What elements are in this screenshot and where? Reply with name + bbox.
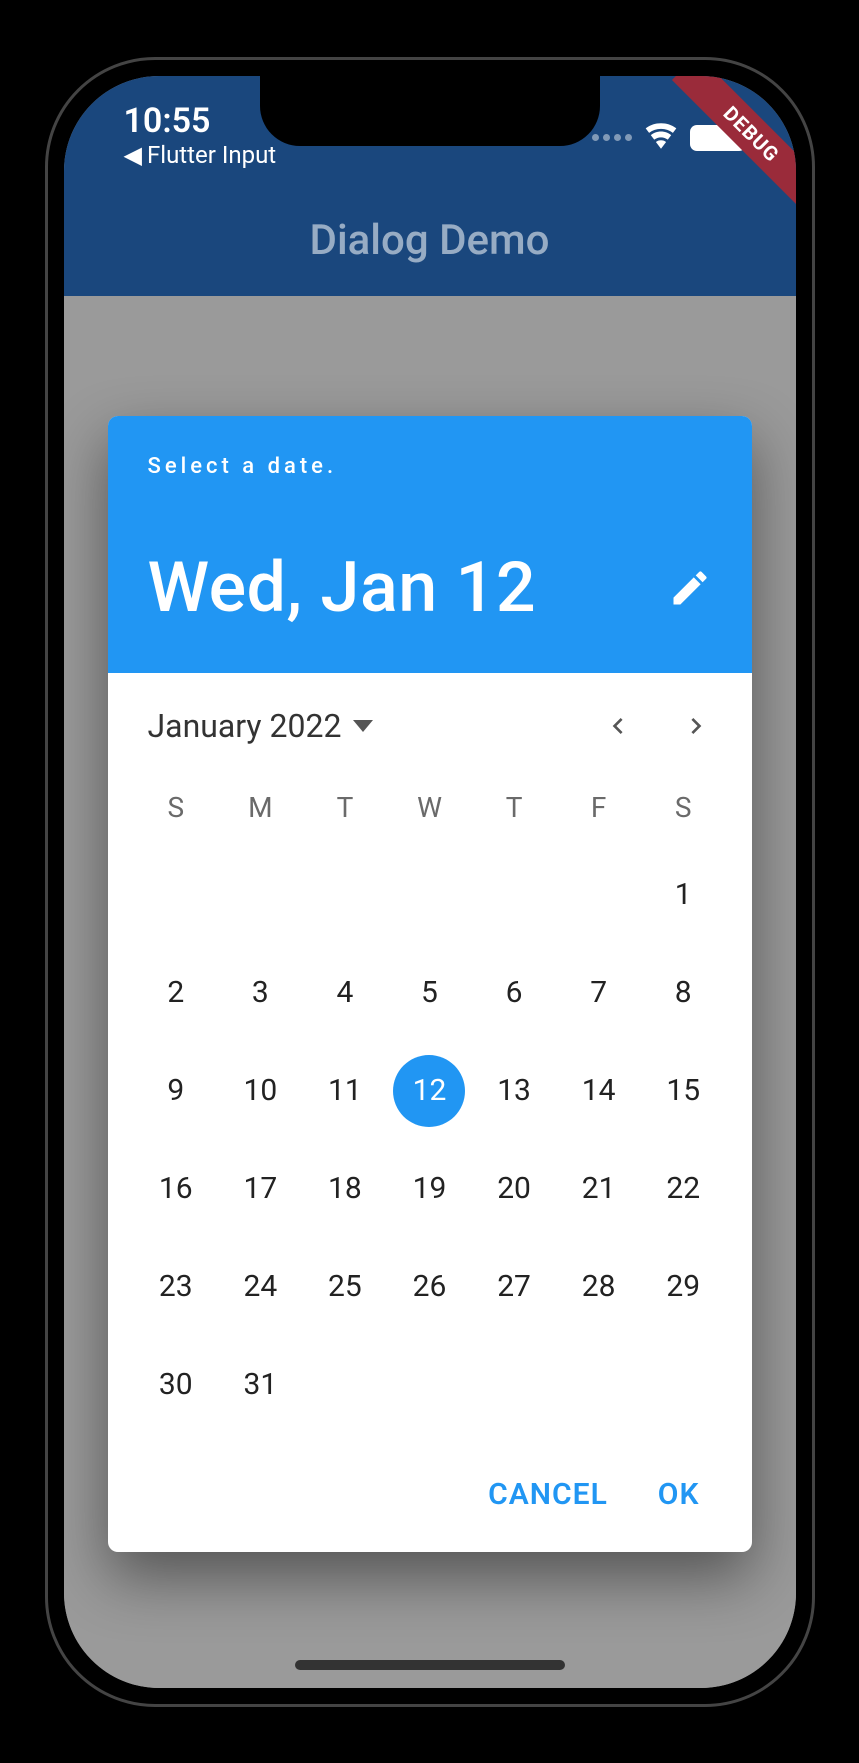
day-cell[interactable]: 18 [309,1153,381,1225]
day-cell[interactable]: 5 [393,957,465,1029]
device-screen: DEBUG 10:55 ◀ Flutter Input [64,76,796,1688]
day-cell[interactable]: 14 [563,1055,635,1127]
prev-month-button[interactable] [602,710,634,742]
day-cell[interactable]: 3 [224,957,296,1029]
status-left: 10:55 ◀ Flutter Input [124,101,277,169]
cancel-button[interactable]: CANCEL [488,1477,608,1512]
signal-dots-icon [592,134,632,141]
dow-label: F [563,783,635,833]
month-year-label: January 2022 [148,707,342,745]
edit-icon[interactable] [668,566,712,610]
day-cell[interactable]: 16 [140,1153,212,1225]
app-bar: Dialog Demo [64,186,796,296]
date-picker-help-text: Select a date. [148,454,712,479]
day-cell-empty [393,859,465,931]
calendar-grid: SMTWTFS123456789101112131415161718192021… [134,773,726,1451]
status-time: 10:55 [124,101,277,141]
chevron-right-icon [680,710,712,742]
day-cell[interactable]: 10 [224,1055,296,1127]
date-picker-header: Select a date. Wed, Jan 12 [108,416,752,673]
day-cell[interactable]: 26 [393,1251,465,1323]
day-cell[interactable]: 13 [478,1055,550,1127]
day-cell[interactable]: 15 [647,1055,719,1127]
day-cell[interactable]: 1 [647,859,719,931]
day-cell[interactable]: 19 [393,1153,465,1225]
breadcrumb-back[interactable]: ◀ Flutter Input [124,141,277,169]
date-picker-date-row: Wed, Jan 12 [148,547,712,629]
wifi-icon [644,119,678,157]
page-title: Dialog Demo [310,216,550,265]
day-cell-empty [563,859,635,931]
chevron-down-icon [353,720,373,732]
day-cell-empty [478,859,550,931]
phone-frame: DEBUG 10:55 ◀ Flutter Input [45,57,815,1707]
day-cell[interactable]: 8 [647,957,719,1029]
ok-button[interactable]: OK [658,1477,700,1512]
day-cell[interactable]: 2 [140,957,212,1029]
day-cell[interactable]: 17 [224,1153,296,1225]
day-cell[interactable]: 11 [309,1055,381,1127]
day-cell[interactable]: 7 [563,957,635,1029]
day-cell[interactable]: 24 [224,1251,296,1323]
back-label: Flutter Input [147,141,276,169]
selected-date-label: Wed, Jan 12 [148,547,537,629]
day-cell[interactable]: 30 [140,1349,212,1421]
day-cell[interactable]: 6 [478,957,550,1029]
day-cell[interactable]: 4 [309,957,381,1029]
day-cell[interactable]: 20 [478,1153,550,1225]
day-cell-empty [309,859,381,931]
day-cell[interactable]: 21 [563,1153,635,1225]
dow-label: S [647,783,719,833]
day-cell[interactable]: 28 [563,1251,635,1323]
next-month-button[interactable] [680,710,712,742]
month-year-selector[interactable]: January 2022 [148,707,374,745]
dow-label: T [478,783,550,833]
date-picker-dialog: Select a date. Wed, Jan 12 January 2022 [108,416,752,1552]
dow-label: M [224,783,296,833]
date-picker-body: January 2022 [108,673,752,1451]
day-cell[interactable]: 29 [647,1251,719,1323]
dow-label: S [140,783,212,833]
day-cell-empty [224,859,296,931]
chevron-left-icon [602,710,634,742]
day-cell[interactable]: 12 [393,1055,465,1127]
dow-label: T [309,783,381,833]
day-cell[interactable]: 22 [647,1153,719,1225]
day-cell[interactable]: 23 [140,1251,212,1323]
day-cell[interactable]: 9 [140,1055,212,1127]
day-cell-empty [140,859,212,931]
device-notch [260,76,600,146]
dialog-actions: CANCEL OK [108,1451,752,1552]
day-cell[interactable]: 27 [478,1251,550,1323]
body-area: Select a date. Wed, Jan 12 January 2022 [64,296,796,1688]
dow-label: W [393,783,465,833]
day-cell[interactable]: 25 [309,1251,381,1323]
month-nav-arrows [602,710,712,742]
day-cell[interactable]: 31 [224,1349,296,1421]
back-triangle-icon: ◀ [124,141,142,169]
month-nav-row: January 2022 [134,693,726,773]
home-indicator[interactable] [295,1660,565,1670]
